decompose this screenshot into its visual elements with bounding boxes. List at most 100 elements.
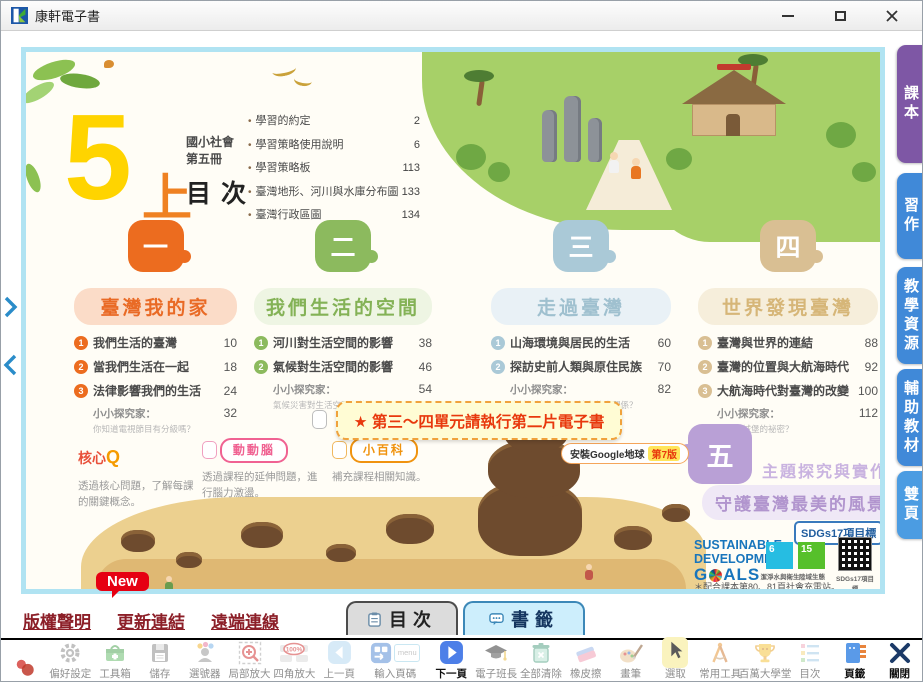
- corner-zoom-tool[interactable]: 100% 四角放大: [272, 639, 317, 682]
- lesson-row: 1山海環境與居民的生活60: [491, 334, 671, 351]
- partial-zoom-tool[interactable]: 局部放大: [227, 639, 272, 682]
- sdg-goal15-tile: 15: [798, 542, 825, 569]
- tab-teaching-resources[interactable]: 教學資源: [897, 267, 923, 364]
- save-icon: [148, 641, 172, 665]
- unit-5-puzzle-icon: 五: [688, 424, 752, 484]
- footer-links: 版權聲明 更新連結 遠端連線: [23, 608, 279, 633]
- next-arrow-chevron[interactable]: [3, 296, 18, 323]
- grade-number: 5: [64, 96, 132, 218]
- number-picker-icon: [193, 641, 217, 665]
- next-page-tool[interactable]: 下一頁: [429, 639, 474, 682]
- unit-4-icon: 四: [760, 220, 816, 272]
- stamp-tool[interactable]: [3, 654, 48, 682]
- remote-link[interactable]: 遠端連線: [211, 608, 279, 633]
- workspace: 5 上 國小社會 第五冊 目次 學習的約定2 學習策略使用說明6 學習策略板11…: [1, 31, 923, 638]
- select-cursor-icon: [664, 639, 686, 661]
- window-title: 康軒電子書: [35, 6, 100, 25]
- next-page-icon: [439, 640, 464, 665]
- lesson-row: 3大航海時代對臺灣的改變100: [698, 382, 878, 399]
- tab-toc-bottom[interactable]: 目次: [346, 601, 458, 635]
- rock-icon: [121, 530, 155, 552]
- toc-title: 目次: [186, 174, 256, 210]
- prev-arrow-chevron[interactable]: [3, 354, 18, 381]
- maximize-button[interactable]: [832, 8, 848, 24]
- number-picker-tool[interactable]: 選號器: [182, 639, 227, 682]
- core-q-label: 核心: [78, 450, 106, 466]
- class-leader-icon: [483, 641, 509, 665]
- update-link[interactable]: 更新連結: [117, 608, 185, 633]
- trophy-icon: [753, 641, 777, 665]
- new-badge: New: [96, 572, 149, 591]
- toc-tool[interactable]: 目次: [788, 639, 833, 682]
- unit-2-icon: 二: [315, 220, 371, 272]
- intro-item: 學習的約定2: [248, 112, 420, 128]
- intro-item: 學習策略使用說明6: [248, 136, 420, 152]
- toc-page: 5 上 國小社會 第五冊 目次 學習的約定2 學習策略使用說明6 學習策略板11…: [26, 52, 880, 589]
- lesson-row: 2探訪史前人類與原住民族70: [491, 358, 671, 375]
- stamp-icon: [14, 657, 36, 679]
- ebook-app-window: 康軒電子書: [0, 0, 923, 682]
- unit-3-icon: 三: [553, 220, 609, 272]
- tab-workbook[interactable]: 習作: [897, 173, 923, 259]
- page-tabs-tool[interactable]: 頁籤: [832, 639, 877, 682]
- unit-4-column: 四 世界發現臺灣 1臺灣與世界的連結88 2臺灣的位置與大航海時代92 3大航海…: [698, 220, 878, 435]
- clipboard-icon: [367, 612, 382, 627]
- mascot-icon: [312, 410, 327, 429]
- quiz-game-tool[interactable]: 百萬大學堂: [743, 639, 788, 682]
- tab-textbook[interactable]: 課本: [897, 45, 923, 163]
- svg-text:100%: 100%: [286, 646, 303, 653]
- prev-page-tool[interactable]: 上一頁: [317, 639, 362, 682]
- intro-list: 學習的約定2 學習策略使用說明6 學習策略板113 臺灣地形、河川與水庫分布圖1…: [248, 112, 420, 230]
- volume-name: 第五冊: [186, 151, 256, 168]
- tab-bookmark-bottom[interactable]: 書籤: [463, 601, 585, 635]
- menu-box: menu: [394, 644, 420, 662]
- intro-item: 學習策略板113: [248, 159, 420, 175]
- unit-2-title: 我們生活的空間: [254, 288, 432, 325]
- sdg-goal6-tile: 6: [766, 542, 793, 569]
- unit-1-column: 一 臺灣我的家 1我們生活的臺灣10 2當我們生活在一起18 3法律影響我們的生…: [74, 220, 237, 435]
- clear-all-icon: [530, 641, 552, 665]
- common-tools-tool[interactable]: 常用工具: [698, 639, 743, 682]
- close-app-tool[interactable]: 關閉: [877, 639, 922, 682]
- class-leader-tool[interactable]: 電子班長: [474, 639, 519, 682]
- select-tool[interactable]: 選取: [653, 639, 698, 682]
- copyright-link[interactable]: 版權聲明: [23, 608, 91, 633]
- lesson-row: 2臺灣的位置與大航海時代92: [698, 358, 878, 375]
- unit-3-title: 走過臺灣: [491, 288, 671, 325]
- page-input-tool[interactable]: menu 輸入頁碼: [362, 639, 429, 682]
- corner-zoom-icon: 100%: [279, 641, 309, 665]
- eraser-icon: [573, 641, 599, 665]
- lesson-row: 3法律影響我們的生活24: [74, 382, 237, 399]
- minimize-button[interactable]: [780, 8, 796, 24]
- legend-brain: 動動腦 透過課程的延伸問題，進行腦力激盪。: [202, 438, 322, 501]
- legend-wiki: 小百科 補充課程相關知識。: [332, 438, 458, 485]
- gear-icon: [58, 641, 82, 665]
- clear-all-tool[interactable]: 全部清除: [519, 639, 564, 682]
- unit-5-subtitle: 守護臺灣最美的風景: [702, 485, 880, 520]
- pen-tool[interactable]: 畫筆: [608, 639, 653, 682]
- page-frame: 5 上 國小社會 第五冊 目次 學習的約定2 學習策略使用說明6 學習策略板11…: [21, 47, 885, 594]
- bookmark-bubble-icon: [489, 612, 504, 627]
- sdgs-note: ＊配合課本第80、81頁社會充電站。: [694, 580, 840, 589]
- intro-item: 臺灣地形、河川與水庫分布圖133: [248, 183, 420, 199]
- compass-icon: [708, 641, 732, 665]
- preferences-tool[interactable]: 偏好設定: [48, 639, 93, 682]
- tab-double-page[interactable]: 雙頁: [897, 471, 923, 539]
- wiki-mascot-icon: [332, 441, 347, 459]
- version-badge: 第7版: [648, 446, 680, 461]
- bottom-toolbar: 偏好設定 工具箱 儲存 選號器 局部放大 100% 四角放大 上一頁: [1, 638, 923, 682]
- walking-child-icon: [610, 152, 618, 160]
- brain-label: 動動腦: [220, 438, 288, 463]
- close-button[interactable]: [884, 8, 900, 24]
- partial-zoom-icon: [238, 641, 262, 665]
- prev-page-icon: [327, 640, 352, 665]
- page-input-icon: [370, 642, 392, 664]
- page-tabs-icon: [843, 641, 867, 665]
- close-x-icon: [888, 641, 912, 665]
- google-earth-link[interactable]: 安裝Google地球 第7版: [561, 443, 689, 464]
- tab-supplementary[interactable]: 輔助教材: [897, 369, 923, 466]
- save-tool[interactable]: 儲存: [137, 639, 182, 682]
- eraser-tool[interactable]: 橡皮擦: [563, 639, 608, 682]
- lesson-row: 2氣候對生活空間的影響46: [254, 358, 432, 375]
- toolbox-tool[interactable]: 工具箱: [93, 639, 138, 682]
